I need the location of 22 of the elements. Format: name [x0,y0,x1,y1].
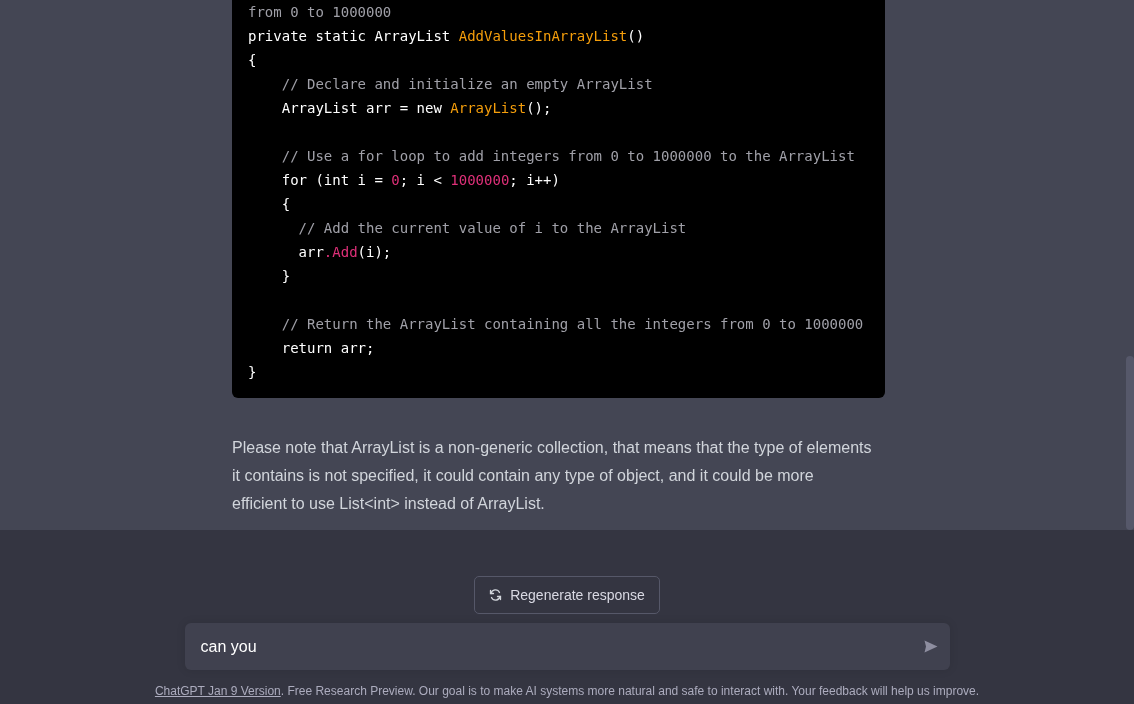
version-link[interactable]: ChatGPT Jan 9 Version [154,684,281,698]
code-line: private static ArrayList AddValuesInArrayList() [248,27,646,46]
code-line: ArrayList arr = new ArrayList(); [280,99,553,118]
code-line: // Add the current value of i to the ArrayList [297,219,688,238]
code-line: arr.Add(i); [297,243,393,262]
code-line: for (int i = 0; i < 1000000; i++) [280,171,561,190]
scrollbar[interactable] [1126,356,1134,530]
code-line: { [248,51,258,70]
code-line: // Use a for loop to add integers from 0 to 1000000 to the ArrayList [280,147,856,166]
code-line: // Declare and initialize an empty ArrayList [280,75,654,94]
footer-text: ChatGPT Jan 9 Version. Free Research Preview. Our goal is to make AI systems more natural and safe to interact with. Your feedback will help us improve. [154,684,980,698]
code-line: } [248,363,258,382]
regenerate-button[interactable]: Regenerate response [474,576,660,614]
code-line: from 0 to 1000000 [248,3,393,22]
code-line: return arr; [280,339,376,358]
code-line: { [280,195,292,214]
prompt-input[interactable]: can you [184,623,950,670]
code-line: } [280,267,292,286]
refresh-icon [489,589,503,601]
send-icon[interactable] [923,640,938,653]
code-line: // Return the ArrayList containing all the integers from 0 to 1000000 [280,315,865,334]
message-text: Please note that ArrayList is a non-generic collection, that means that the type of elements it contains is not specified, it could contain any type of object, and it could be more efficient to use List<int> instead of ArrayList. [232,438,872,514]
